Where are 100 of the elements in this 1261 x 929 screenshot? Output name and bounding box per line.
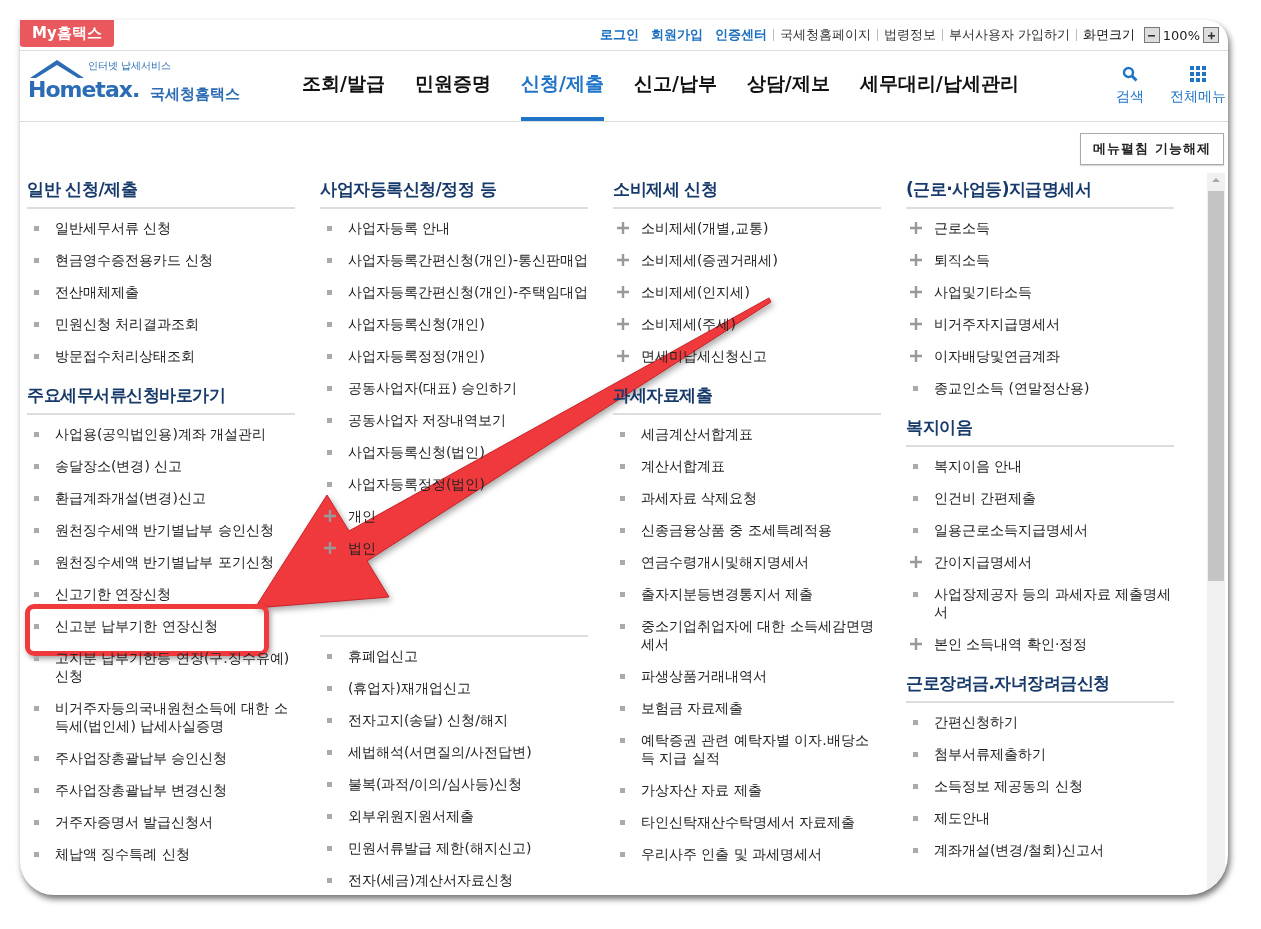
menu-link[interactable]: 세법해석(서면질의/사전답변) xyxy=(348,743,532,761)
top-link[interactable]: 로그인 xyxy=(593,26,645,44)
menu-link[interactable]: 신고분 납부기한 연장신청 xyxy=(55,617,218,635)
menu-link[interactable]: 전산매체제출 xyxy=(55,283,139,301)
top-link[interactable]: 법령정보 xyxy=(876,29,942,41)
menu-link[interactable]: 제도안내 xyxy=(934,809,990,827)
menu-link[interactable]: 세금계산서합계표 xyxy=(641,425,753,443)
menu-link[interactable]: 민원서류발급 제한(해지신고) xyxy=(348,839,532,857)
menu-link[interactable]: 환급계좌개설(변경)신고 xyxy=(55,489,206,507)
menu-link[interactable]: 근로소득 xyxy=(934,219,990,237)
top-link[interactable]: 회원가입 xyxy=(644,26,709,44)
menu-link[interactable]: 민원신청 처리결과조회 xyxy=(55,315,200,333)
menu-link[interactable]: 휴폐업신고 xyxy=(348,647,418,665)
expand-plus-icon[interactable] xyxy=(617,318,629,330)
menu-link[interactable]: 원천징수세액 반기별납부 승인신청 xyxy=(55,521,274,539)
menu-link[interactable]: 계좌개설(변경/철회)신고서 xyxy=(934,841,1104,859)
menu-link[interactable]: 송달장소(변경) 신고 xyxy=(55,457,183,475)
menu-link[interactable]: 방문접수처리상태조회 xyxy=(55,347,195,365)
nav-tab[interactable]: 조회/발급 xyxy=(302,51,385,121)
menu-link[interactable]: 파생상품거래내역서 xyxy=(641,667,767,685)
menu-link[interactable]: 과세자료 삭제요청 xyxy=(641,489,758,507)
expand-plus-icon[interactable] xyxy=(910,556,922,568)
expand-plus-icon[interactable] xyxy=(617,254,629,266)
expand-plus-icon[interactable] xyxy=(910,222,922,234)
expand-plus-icon[interactable] xyxy=(324,510,336,522)
menu-link[interactable]: (휴업자)재개업신고 xyxy=(348,679,471,697)
menu-link[interactable]: 공동사업자 저장내역보기 xyxy=(348,411,507,429)
menu-link[interactable]: 타인신탁재산수탁명세서 자료제출 xyxy=(641,813,856,831)
expand-plus-icon[interactable] xyxy=(910,350,922,362)
menu-link[interactable]: 전자고지(송달) 신청/해지 xyxy=(348,711,509,729)
menu-link[interactable]: 간이지급명세서 xyxy=(934,553,1032,571)
menu-link[interactable]: 인건비 간편제출 xyxy=(934,489,1037,507)
menu-link[interactable]: 소비제세(증권거래세) xyxy=(641,251,778,269)
menu-link[interactable]: 공동사업자(대표) 승인하기 xyxy=(348,379,518,397)
expand-plus-icon[interactable] xyxy=(617,350,629,362)
menu-link[interactable]: 거주자증명서 발급신청서 xyxy=(55,813,214,831)
menu-link[interactable]: 일반세무서류 신청 xyxy=(55,219,172,237)
menu-link[interactable]: 비거주자지급명세서 xyxy=(934,315,1060,333)
top-link[interactable]: 부서사용자 가입하기 xyxy=(941,29,1076,41)
zoom-in-button[interactable] xyxy=(1203,27,1219,43)
menu-link[interactable]: 현금영수증전용카드 신청 xyxy=(55,251,214,269)
menu-link[interactable]: 주사업장총괄납부 변경신청 xyxy=(55,781,228,799)
menu-link[interactable]: 퇴직소득 xyxy=(934,251,990,269)
menu-link[interactable]: 전자(세금)계산서자료신청 xyxy=(348,871,513,889)
search-button[interactable]: 검색 xyxy=(1116,66,1144,106)
menu-link[interactable]: 일용근로소득지급명세서 xyxy=(934,521,1088,539)
menu-link[interactable]: 중소기업취업자에 대한 소득세감면명세서 xyxy=(641,617,881,653)
menu-link[interactable]: 사업자등록신청(개인) xyxy=(348,315,485,333)
top-link[interactable]: 국세청홈페이지 xyxy=(772,29,877,41)
menu-link[interactable]: 체납액 징수특례 신청 xyxy=(55,845,190,863)
menu-link[interactable]: 사업용(공익법인용)계좌 개설관리 xyxy=(55,425,267,443)
menu-link[interactable]: 주사업장총괄납부 승인신청 xyxy=(55,749,228,767)
nav-tab[interactable]: 상담/제보 xyxy=(746,51,830,121)
expand-plus-icon[interactable] xyxy=(910,254,922,266)
expand-plus-icon[interactable] xyxy=(617,286,629,298)
menu-link[interactable]: 종교인소득 (연말정산용) xyxy=(934,379,1090,397)
menu-link[interactable]: 소비제세(개별,교통) xyxy=(641,219,769,237)
menu-link[interactable]: 소비제세(인지세) xyxy=(641,283,750,301)
expand-plus-icon[interactable] xyxy=(910,638,922,650)
logo-wordmark[interactable]: Hometax. xyxy=(28,77,140,102)
menu-link[interactable]: 사업자등록정정(개인) xyxy=(348,347,485,365)
top-link[interactable]: 인증센터 xyxy=(708,26,773,44)
menu-link[interactable]: 신종금융상품 중 조세특례적용 xyxy=(641,521,832,539)
expand-plus-icon[interactable] xyxy=(910,286,922,298)
menu-link[interactable]: 불복(과적/이의/심사등)신청 xyxy=(348,775,523,793)
menu-link[interactable]: 신고기한 연장신청 xyxy=(55,585,172,603)
menu-link[interactable]: 소득정보 제공동의 신청 xyxy=(934,777,1083,795)
menu-link[interactable]: 보험금 자료제출 xyxy=(641,699,744,717)
menu-link[interactable]: 출자지분등변경통지서 제출 xyxy=(641,585,814,603)
menu-link[interactable]: 사업자등록간편신청(개인)-주택임대업 xyxy=(348,283,588,301)
menu-link[interactable]: 복지이음 안내 xyxy=(934,457,1023,475)
menu-link[interactable]: 개인 xyxy=(348,507,376,525)
expand-plus-icon[interactable] xyxy=(324,542,336,554)
expand-plus-icon[interactable] xyxy=(617,222,629,234)
menu-link[interactable]: 연금수령개시및해지명세서 xyxy=(641,553,809,571)
logo-name[interactable]: 국세청홈택스 xyxy=(150,85,240,104)
my-hometax-tab[interactable]: My홈택스 xyxy=(20,20,114,47)
nav-tab[interactable]: 세무대리/납세관리 xyxy=(859,51,1019,121)
menu-link[interactable]: 우리사주 인출 및 과세명세서 xyxy=(641,845,823,863)
menu-link[interactable]: 사업장제공자 등의 과세자료 제출명세서 xyxy=(934,585,1174,621)
menu-link[interactable]: 외부위원지원서제출 xyxy=(348,807,474,825)
menu-link[interactable]: 비거주자등의국내원천소득에 대한 소득세(법인세) 납세사실증명 xyxy=(55,699,295,735)
menu-link[interactable]: 예탁증권 관련 예탁자별 이자.배당소득 지급 실적 xyxy=(641,731,881,767)
menu-link[interactable]: 이자배당및연금계좌 xyxy=(934,347,1060,365)
menu-link[interactable]: 원천징수세액 반기별납부 포기신청 xyxy=(55,553,274,571)
nav-tab[interactable]: 신청/제출 xyxy=(520,51,604,121)
menu-link[interactable]: 법인 xyxy=(348,539,376,557)
menu-link[interactable]: 본인 소득내역 확인·정정 xyxy=(934,635,1088,653)
menu-link[interactable]: 사업및기타소득 xyxy=(934,283,1032,301)
menu-link[interactable]: 첨부서류제출하기 xyxy=(934,745,1046,763)
expand-plus-icon[interactable] xyxy=(910,318,922,330)
zoom-out-button[interactable] xyxy=(1143,27,1160,43)
menu-link[interactable]: 간편신청하기 xyxy=(934,713,1018,731)
menu-link[interactable]: 사업자등록 안내 xyxy=(348,219,451,237)
menu-button[interactable]: 전체메뉴 xyxy=(1170,66,1226,106)
menu-link[interactable]: 계산서합계표 xyxy=(641,457,725,475)
menu-link[interactable]: 가상자산 자료 제출 xyxy=(641,781,762,799)
nav-tab[interactable]: 민원증명 xyxy=(414,51,491,121)
menu-link[interactable]: 사업자등록신청(법인) xyxy=(348,443,485,461)
menu-link[interactable]: 사업자등록간편신청(개인)-통신판매업 xyxy=(348,251,588,269)
